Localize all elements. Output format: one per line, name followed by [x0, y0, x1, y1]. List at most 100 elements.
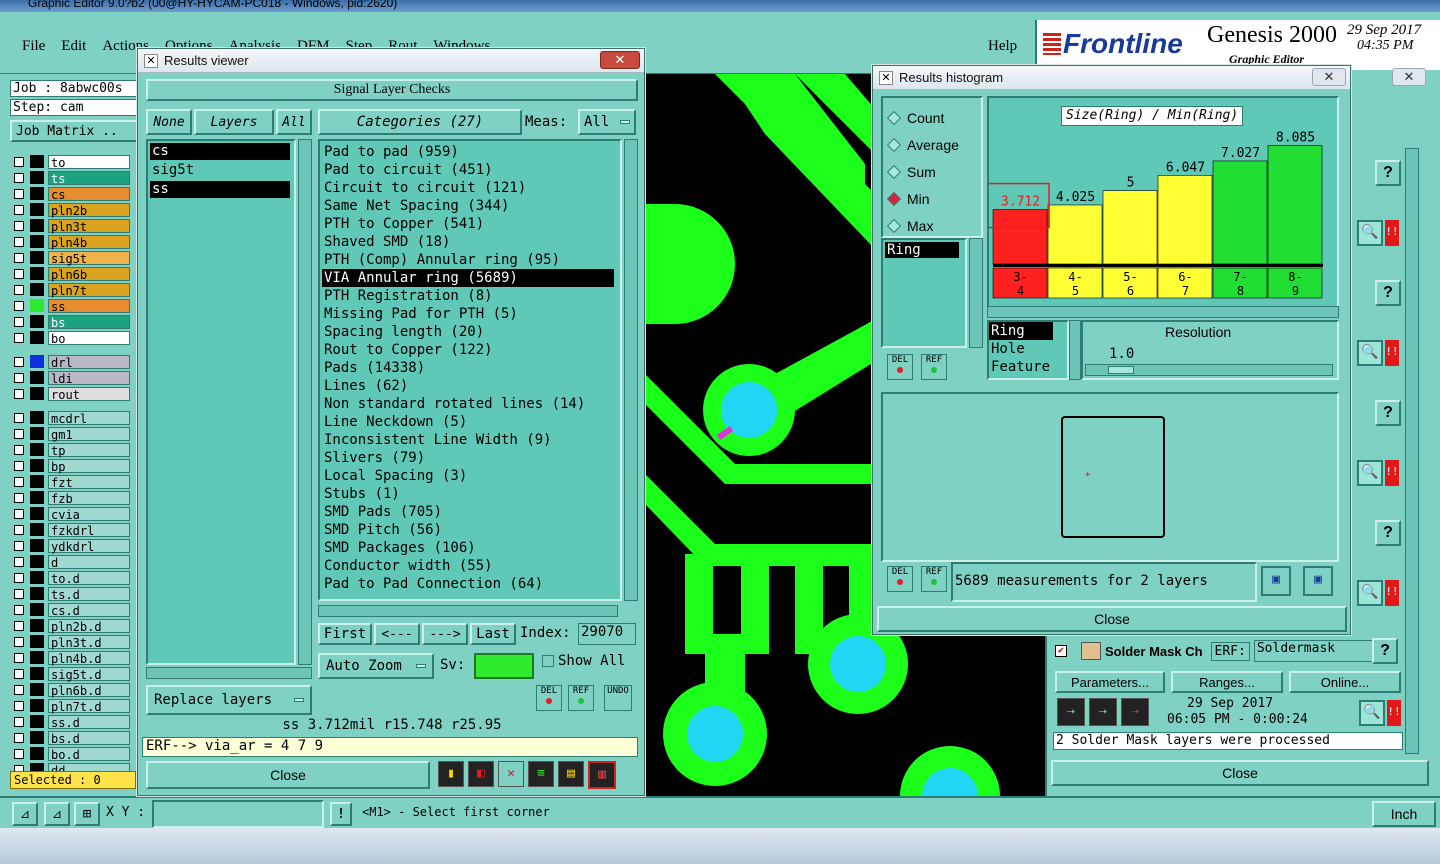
layer-work-indicator[interactable]	[30, 315, 44, 328]
checkbox-icon[interactable]: ✔	[1055, 645, 1067, 657]
preview-del-icon[interactable]: DEL	[887, 566, 913, 592]
radio-icon[interactable]	[886, 164, 902, 179]
hist-del-icon[interactable]: DEL	[887, 354, 913, 380]
layer-work-indicator[interactable]	[30, 603, 44, 616]
layer-work-indicator[interactable]	[30, 523, 44, 536]
layer-work-indicator[interactable]	[30, 507, 44, 520]
layers-all-button[interactable]: All	[276, 109, 312, 135]
resolution-slider[interactable]	[1085, 364, 1333, 376]
category-scrollbar[interactable]	[624, 139, 638, 601]
category-item[interactable]: Pad to pad (959)	[322, 143, 620, 161]
layer-name[interactable]: bs	[48, 314, 130, 330]
layer-name[interactable]: mcdrl	[48, 410, 130, 426]
category-item[interactable]: Slivers (79)	[322, 449, 620, 467]
layer-checkbox[interactable]	[14, 252, 24, 263]
layer-name[interactable]: sig5t	[48, 250, 130, 266]
stop-icon[interactable]: !!	[1385, 580, 1399, 606]
menu-file[interactable]: File	[22, 38, 45, 55]
layer-checkbox[interactable]	[14, 220, 24, 231]
layer-row[interactable]: ss.d	[14, 714, 132, 730]
layer-checkbox[interactable]	[14, 236, 24, 247]
layer-row[interactable]: pln4b.d	[14, 650, 132, 666]
mode-option-min[interactable]: Min	[883, 185, 981, 212]
import-icon[interactable]: ▣	[1303, 566, 1333, 596]
result-layer-item[interactable]: cs	[150, 143, 290, 160]
category-item[interactable]: Inconsistent Line Width (9)	[322, 431, 620, 449]
layer-checkbox[interactable]	[14, 428, 24, 439]
layer-work-indicator[interactable]	[30, 683, 44, 696]
layer-work-indicator[interactable]	[30, 331, 44, 344]
radio-icon[interactable]	[886, 218, 902, 233]
layer-work-indicator[interactable]	[30, 555, 44, 568]
auto-zoom-select[interactable]: Auto Zoom	[318, 653, 434, 679]
resolution-scrollbar[interactable]	[1069, 320, 1081, 380]
mode-option-count[interactable]: Count	[883, 104, 981, 131]
resolution-field-item[interactable]: Feature	[989, 358, 1067, 376]
layer-checkbox[interactable]	[14, 572, 24, 583]
category-item[interactable]: SMD Pads (705)	[322, 503, 620, 521]
right-scrollbar[interactable]	[1405, 148, 1419, 754]
meas-select[interactable]: All	[578, 109, 636, 135]
layer-checkbox[interactable]	[14, 188, 24, 199]
layer-name[interactable]: pln3t.d	[48, 634, 130, 650]
layer-name[interactable]: sig5t.d	[48, 666, 130, 682]
mode-option-average[interactable]: Average	[883, 131, 981, 158]
category-hscroll[interactable]	[318, 605, 618, 617]
layer-work-indicator[interactable]	[30, 155, 44, 168]
layer-row[interactable]: bs.d	[14, 730, 132, 746]
histogram-close-button[interactable]: Close	[877, 606, 1347, 632]
layer-name[interactable]: ss	[48, 298, 130, 314]
layer-work-indicator[interactable]	[30, 459, 44, 472]
layer-checkbox[interactable]	[14, 284, 24, 295]
layer-checkbox[interactable]	[14, 356, 24, 367]
radio-icon[interactable]	[886, 110, 902, 125]
layer-row[interactable]: pln3t.d	[14, 634, 132, 650]
stop-icon[interactable]: !!	[1385, 340, 1399, 366]
zoom-icon[interactable]: 🔍	[1357, 460, 1383, 486]
field-item-ring[interactable]: Ring	[885, 242, 959, 258]
category-item[interactable]: PTH to Copper (541)	[322, 215, 620, 233]
layer-row[interactable]: pln7t	[14, 282, 132, 298]
layer-checkbox[interactable]	[14, 524, 24, 535]
layer-row[interactable]: pln2b	[14, 202, 132, 218]
menu-edit[interactable]: Edit	[61, 38, 86, 55]
radio-icon[interactable]	[886, 137, 902, 152]
layer-row[interactable]: pln3t	[14, 218, 132, 234]
layer-work-indicator[interactable]	[30, 299, 44, 312]
layer-checkbox[interactable]	[14, 668, 24, 679]
run-icon[interactable]: ⇢	[1057, 698, 1085, 726]
layer-name[interactable]: fzt	[48, 474, 130, 490]
layer-name[interactable]: ydkdrl	[48, 538, 130, 554]
layer-work-indicator[interactable]	[30, 187, 44, 200]
layer-name[interactable]: bo	[48, 330, 130, 346]
layer-name[interactable]: to	[48, 154, 130, 170]
prev-button[interactable]: <---	[374, 623, 420, 645]
parameters-button[interactable]: Parameters...	[1055, 671, 1165, 693]
layer-checkbox[interactable]	[14, 636, 24, 647]
layer-name[interactable]: fzkdrl	[48, 522, 130, 538]
category-item[interactable]: Spacing length (20)	[322, 323, 620, 341]
layer-work-indicator[interactable]	[30, 251, 44, 264]
export-icon[interactable]: ▣	[1261, 566, 1291, 596]
layer-name[interactable]: pln6b	[48, 266, 130, 282]
radio-icon[interactable]	[886, 191, 902, 206]
zoom-icon[interactable]: 🔍	[1357, 580, 1383, 606]
layer-checkbox[interactable]	[14, 556, 24, 567]
layer-row[interactable]: to	[14, 154, 132, 170]
layer-checkbox[interactable]	[14, 620, 24, 631]
stop-icon[interactable]: !!	[1387, 700, 1401, 726]
layer-row[interactable]: fzkdrl	[14, 522, 132, 538]
mode-option-max[interactable]: Max	[883, 212, 981, 239]
layer-checkbox[interactable]	[14, 604, 24, 615]
layer-name[interactable]: drl	[48, 354, 130, 370]
layer-row[interactable]: bp	[14, 458, 132, 474]
resolution-field-item[interactable]: Hole	[989, 340, 1067, 358]
layer-name[interactable]: pln4b.d	[48, 650, 130, 666]
layer-work-indicator[interactable]	[30, 235, 44, 248]
layer-work-indicator[interactable]	[30, 387, 44, 400]
layer-work-indicator[interactable]	[30, 371, 44, 384]
check-help-button[interactable]: ?	[1375, 400, 1401, 426]
chart-hscroll[interactable]	[987, 306, 1339, 318]
layer-row[interactable]: pln2b.d	[14, 618, 132, 634]
zoom-icon[interactable]: 🔍	[1359, 700, 1385, 726]
